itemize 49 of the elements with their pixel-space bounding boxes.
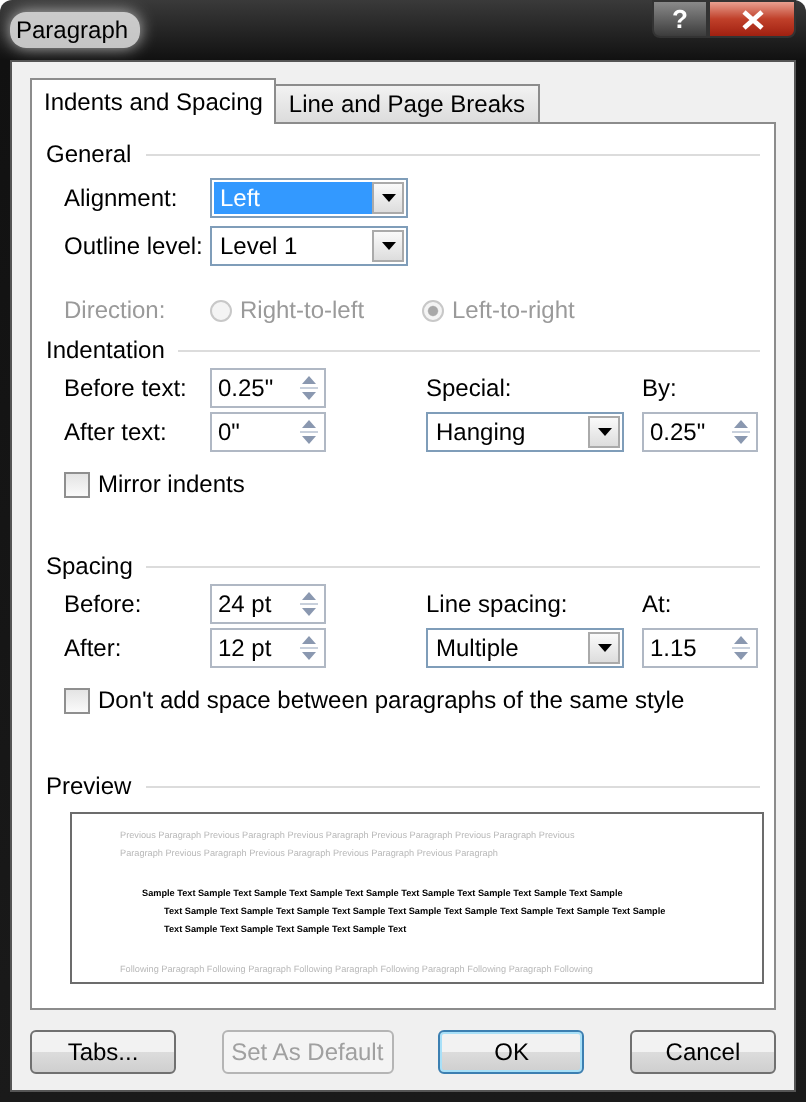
dropdown[interactable]: Multiple [426,628,624,668]
checkbox-label: Mirror indents [98,470,245,498]
field-label: Alignment: [64,184,180,212]
caret-icon [597,644,611,652]
spin-field[interactable]: 24 pt [210,584,326,624]
section-heading: General [46,140,132,168]
tab[interactable]: Line and Page Breaks [274,84,540,122]
help-button[interactable]: ? [652,0,708,38]
caret-icon [597,428,611,436]
field-label: Direction: [64,296,168,324]
dropdown[interactable]: Level 1 [210,226,408,266]
spin-arrows-icon [300,372,318,404]
spin-field[interactable]: 0.25" [642,412,758,452]
field-label: After text: [64,418,169,446]
spin-arrows-icon [300,588,318,620]
checkbox[interactable] [64,471,90,497]
field-label: Special: [426,374,514,402]
field-label: At: [642,590,674,618]
spin-arrows-icon [732,416,750,448]
spin-arrows-icon [300,632,318,664]
dialog-button[interactable]: OK [438,1030,585,1074]
caret-icon [381,194,395,202]
dropdown[interactable]: Hanging [426,412,624,452]
spin-field[interactable]: 0" [210,412,326,452]
section-heading: Indentation [46,336,165,364]
section-heading: Spacing [46,552,133,580]
checkbox-label: Don't add space between paragraphs of the same style [98,686,685,714]
dialog-button[interactable]: Cancel [629,1030,776,1074]
window-title: Paragraph [10,12,141,48]
tab[interactable]: Indents and Spacing [30,78,277,124]
field-label: After: [64,634,124,662]
close-icon [741,9,763,29]
spin-arrows-icon [732,632,750,664]
spin-field[interactable]: 12 pt [210,628,326,668]
radio-label: Left-to-right [452,296,575,324]
caret-icon [381,242,395,250]
section-heading: Preview [46,772,132,800]
field-label: Line spacing: [426,590,570,618]
spin-field[interactable]: 1.15 [642,628,758,668]
field-label: Outline level: [64,232,205,260]
field-label: Before: [64,590,144,618]
field-label: By: [642,374,679,402]
field-label: Before text: [64,374,189,402]
dialog-button[interactable]: Tabs... [30,1030,176,1074]
radio-label: Right-to-left [240,296,365,324]
spin-arrows-icon [300,416,318,448]
checkbox[interactable] [64,687,90,713]
close-button[interactable] [708,0,796,38]
spin-field[interactable]: 0.25" [210,368,326,408]
